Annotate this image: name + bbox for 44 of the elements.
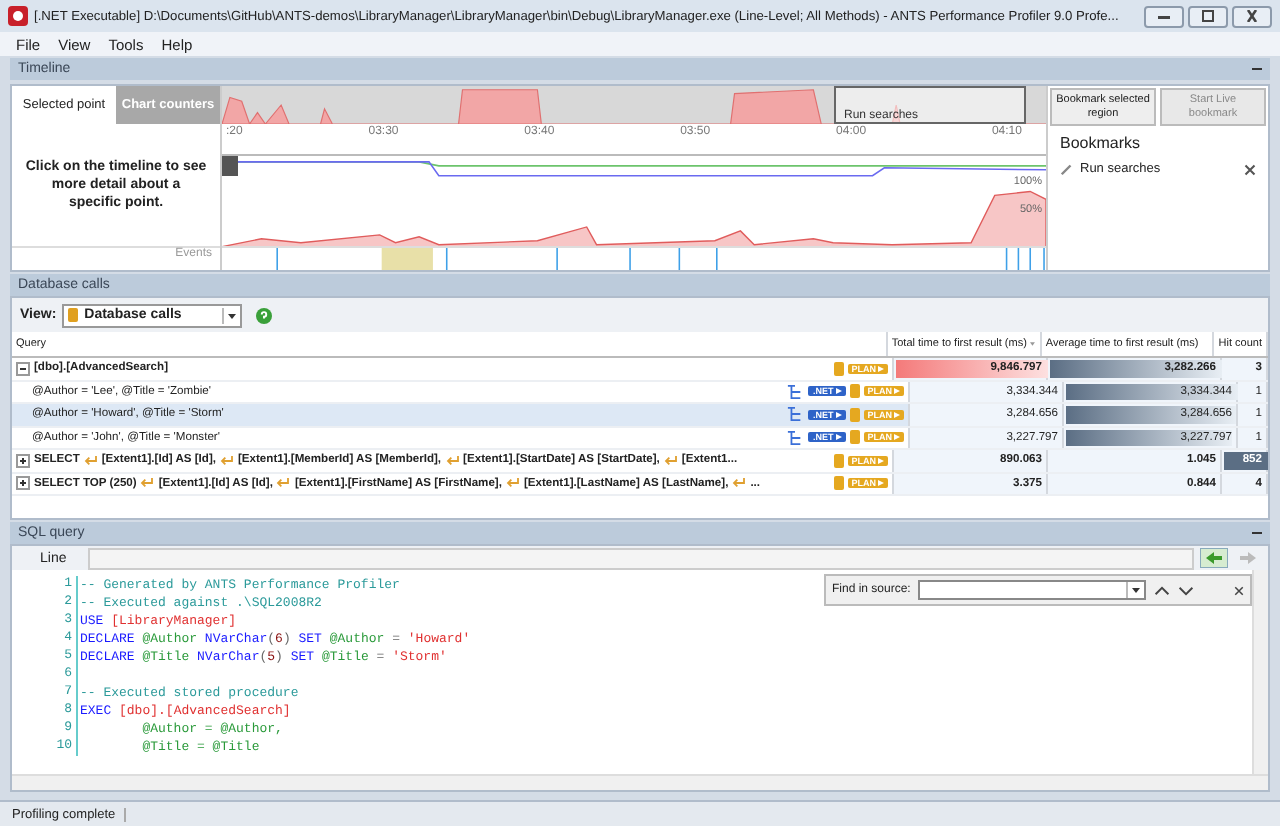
maximize-button[interactable] <box>1188 5 1228 27</box>
play-icon <box>835 434 842 441</box>
play-icon <box>878 457 884 464</box>
expand-icon[interactable] <box>16 476 30 491</box>
tree-icon <box>786 383 805 400</box>
maximize-icon <box>1198 10 1218 22</box>
app-logo-icon <box>8 6 28 26</box>
up-chevron-icon[interactable] <box>1154 585 1171 595</box>
play-icon <box>894 411 900 418</box>
vertical-scrollbar[interactable] <box>1252 570 1268 774</box>
caret-icon <box>1126 582 1145 598</box>
pencil-icon <box>1060 162 1074 176</box>
expand-icon[interactable] <box>16 453 30 468</box>
play-icon <box>894 434 900 441</box>
play-icon <box>894 388 900 395</box>
minimize-button[interactable] <box>1144 5 1184 27</box>
horizontal-scrollbar[interactable] <box>12 774 1268 790</box>
return-icon <box>276 478 291 489</box>
minimize-icon <box>1154 10 1174 22</box>
back-arrow-icon[interactable] <box>1200 548 1228 568</box>
return-icon <box>219 455 234 466</box>
return-icon <box>83 455 98 466</box>
help-icon[interactable] <box>256 307 273 323</box>
close-button[interactable] <box>1232 5 1272 27</box>
return-icon <box>663 455 678 466</box>
play-icon <box>878 480 884 487</box>
caret-icon <box>222 307 241 323</box>
bookmarks-title: Bookmarks <box>1058 132 1143 156</box>
return-icon <box>505 478 520 489</box>
return-icon <box>445 455 460 466</box>
close-icon[interactable] <box>1234 585 1244 595</box>
collapse-icon[interactable] <box>16 361 30 376</box>
play-icon <box>835 388 842 395</box>
play-icon <box>835 411 842 418</box>
drag-handle[interactable] <box>222 155 238 176</box>
close-icon[interactable] <box>1244 163 1256 175</box>
tree-icon <box>786 406 805 423</box>
find-input[interactable] <box>918 580 1147 600</box>
close-icon <box>1242 10 1262 22</box>
down-chevron-icon[interactable] <box>1178 585 1195 595</box>
play-icon <box>878 365 884 372</box>
return-icon <box>732 478 747 489</box>
return-icon <box>140 478 155 489</box>
tree-icon <box>786 429 805 446</box>
